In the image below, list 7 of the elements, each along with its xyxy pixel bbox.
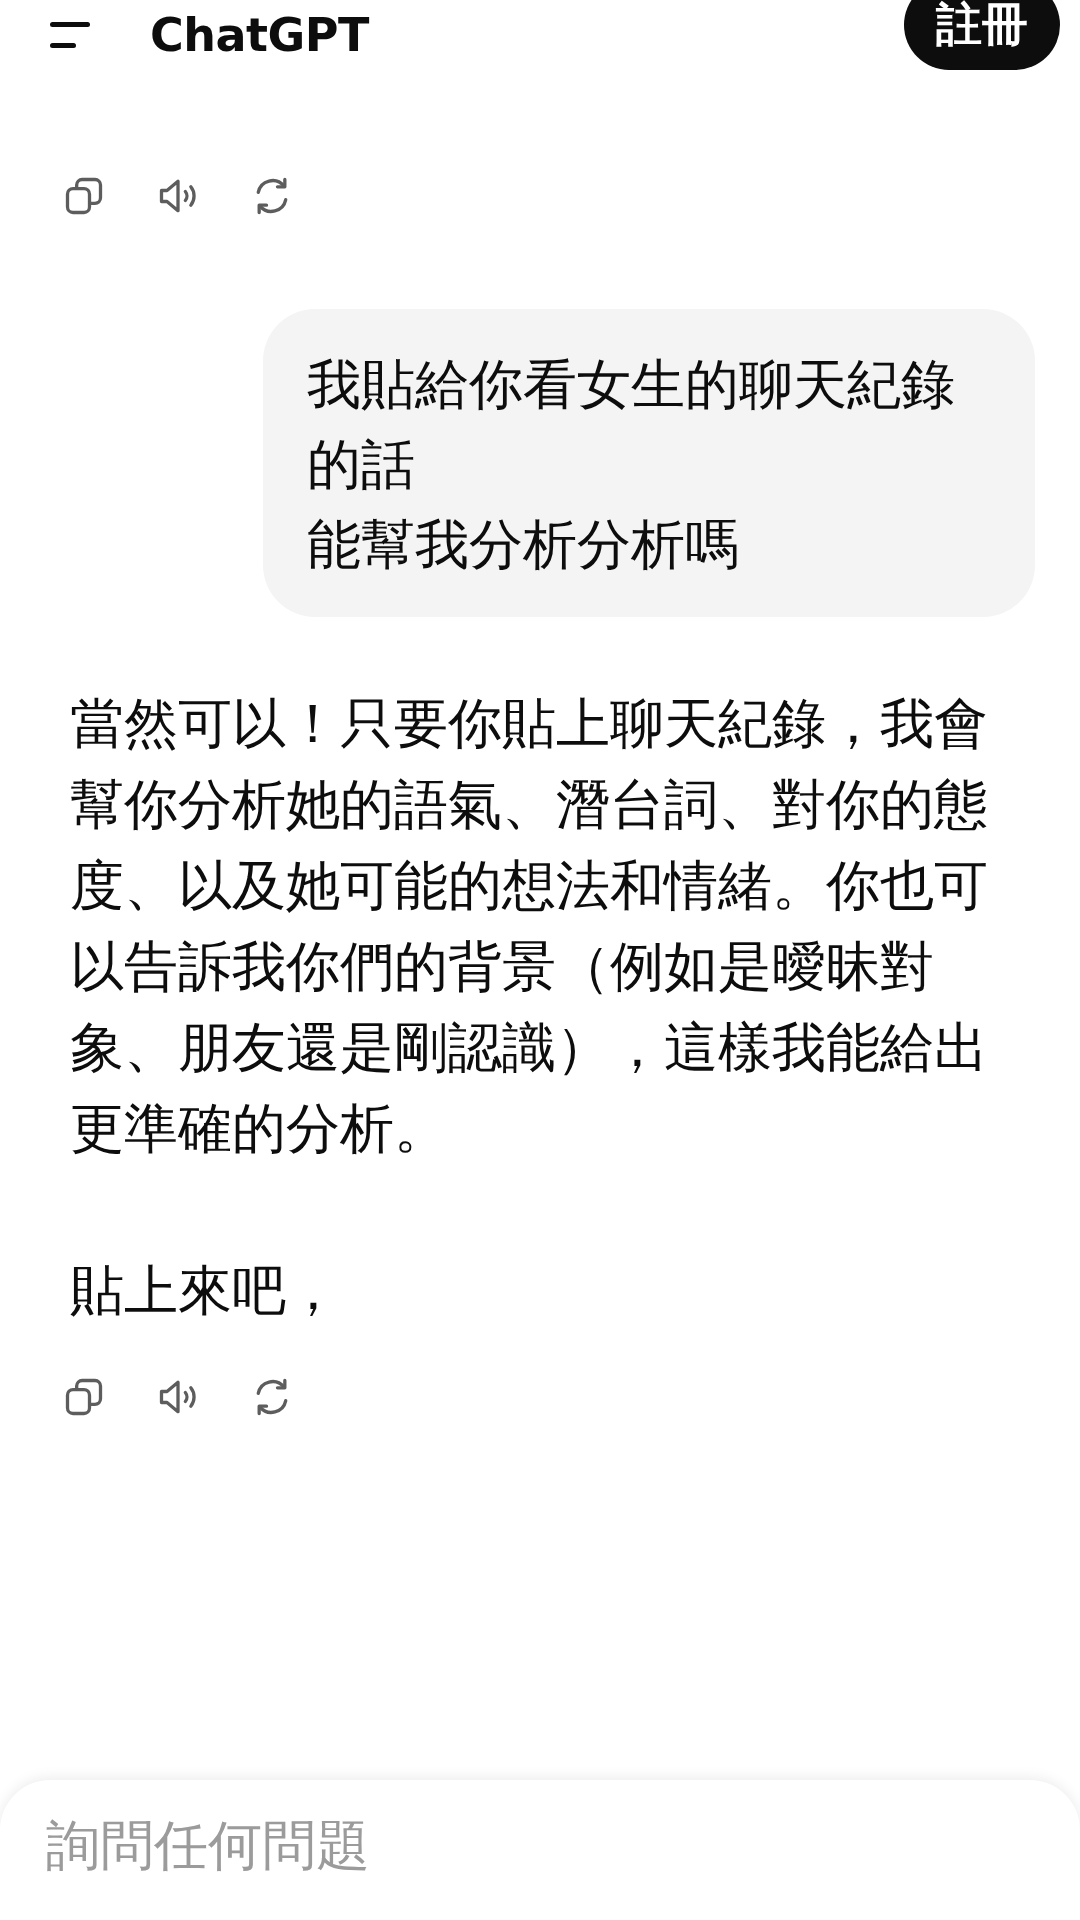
user-message: 能幫我分析分析嗎: [307, 512, 740, 578]
message-input[interactable]: 詢問任何問題: [46, 1810, 1034, 1880]
signup-button[interactable]: 註冊: [904, 0, 1060, 70]
user-message: 我貼給你看女生的聊天紀錄的話: [307, 352, 956, 498]
app-title: ChatGPT: [150, 8, 370, 62]
assistant-message: 當然可以！只要你貼上聊天紀錄，我會幫你分析她的語氣、潛台詞、對你的態度、以及她可能的想法和情緒。你也可以告訴我你們的背景（例如是曖昧對象、朋友還是剛認識），這樣我能給出更準確的分析。: [70, 691, 989, 1162]
assistant-message: 貼上來吧，: [70, 1258, 341, 1324]
